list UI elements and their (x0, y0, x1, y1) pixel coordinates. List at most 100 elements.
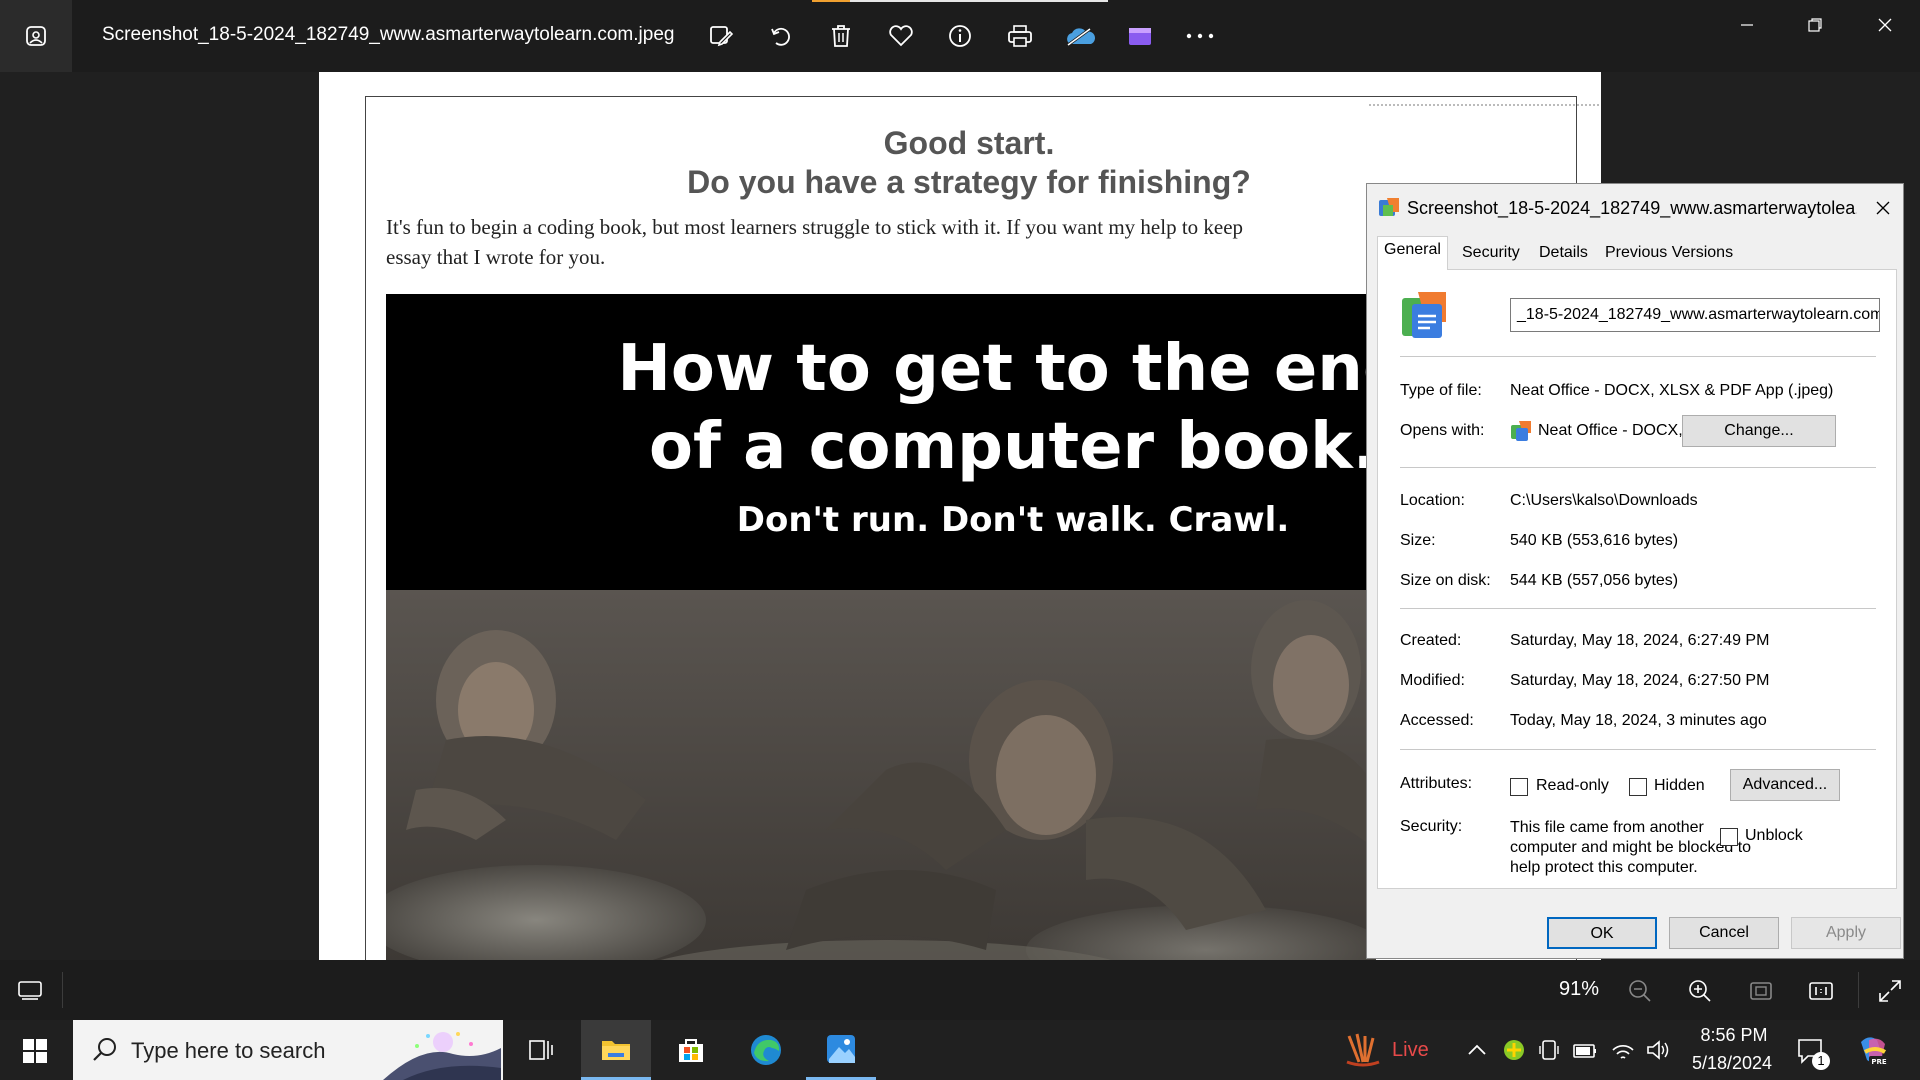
filmstrip-icon[interactable] (16, 978, 44, 1007)
size-on-disk-value: 544 KB (557,056 bytes) (1510, 572, 1679, 589)
tab-general[interactable]: General (1377, 236, 1448, 270)
dialog-title: Screenshot_18-5-2024_182749_www.asmarter… (1407, 198, 1857, 218)
copilot-pre-icon[interactable]: PRE (1855, 1032, 1891, 1073)
info-icon[interactable] (944, 20, 976, 52)
mud-crawl-photo (386, 590, 1376, 960)
type-value: Neat Office - DOCX, XLSX & PDF App (.jpe… (1510, 382, 1834, 399)
svg-text:PRE: PRE (1871, 1058, 1887, 1066)
file-name-field[interactable]: _18-5-2024_182749_www.asmarterwaytolearn… (1510, 298, 1880, 332)
notification-badge: 1 (1812, 1052, 1830, 1070)
modified-value: Saturday, May 18, 2024, 6:27:50 PM (1510, 672, 1770, 689)
search-icon (91, 1036, 119, 1069)
body-line-2: essay that I wrote for you. (386, 245, 606, 269)
advanced-button[interactable]: Advanced... (1730, 769, 1840, 801)
type-label: Type of file: (1400, 382, 1482, 399)
volume-icon[interactable] (1645, 1038, 1671, 1067)
neat-office-icon (1510, 420, 1532, 447)
battery-icon[interactable] (1572, 1040, 1598, 1065)
hidden-checkbox[interactable] (1629, 778, 1647, 796)
tab-details[interactable]: Details (1533, 240, 1594, 268)
attributes-label: Attributes: (1400, 775, 1473, 792)
apply-button[interactable]: Apply (1791, 917, 1901, 949)
favorite-icon[interactable] (885, 20, 917, 52)
body-line-1: It's fun to begin a coding book, but mos… (386, 215, 1244, 239)
live-label: Live (1392, 1039, 1429, 1061)
actual-size-icon[interactable] (1808, 978, 1834, 1009)
more-icon[interactable] (1184, 20, 1216, 52)
tab-security[interactable]: Security (1456, 240, 1526, 268)
banner-line-3: Don't run. Don't walk. Crawl. (736, 500, 1290, 540)
size-label: Size: (1400, 532, 1436, 549)
banner-line-1: How to get to the end (617, 332, 1376, 406)
close-icon[interactable] (1862, 10, 1908, 40)
security-line-1: This file came from another (1510, 819, 1704, 836)
banner-image: How to get to the end of a computer book… (386, 294, 1376, 960)
security-message: This file came from another computer and… (1510, 818, 1751, 878)
unblock-checkbox[interactable] (1720, 828, 1738, 846)
file-large-icon (1400, 290, 1450, 345)
fullscreen-icon[interactable] (1877, 978, 1903, 1009)
photos-taskbar-icon[interactable] (806, 1020, 876, 1080)
hidden-label: Hidden (1654, 777, 1705, 794)
heading-line-1: Good start. (883, 125, 1055, 161)
search-placeholder: Type here to search (131, 1038, 326, 1063)
loading-bar (812, 0, 1108, 2)
rotate-icon[interactable] (765, 20, 797, 52)
readonly-checkbox[interactable] (1510, 778, 1528, 796)
windows-start-icon[interactable] (22, 1038, 48, 1069)
file-type-icon (1377, 196, 1401, 225)
unblock-label: Unblock (1745, 827, 1803, 844)
delete-icon[interactable] (825, 20, 857, 52)
clock-date[interactable]: 5/18/2024 (1682, 1053, 1782, 1074)
clock-time[interactable]: 8:56 PM (1694, 1025, 1774, 1046)
ok-button[interactable]: OK (1547, 917, 1657, 949)
general-panel: _18-5-2024_182749_www.asmarterwaytolearn… (1377, 269, 1897, 889)
security-line-2: computer and might be blocked to (1510, 839, 1752, 856)
taskbar: Type here to search Live 8:56 PM 5/18/20… (0, 1020, 1920, 1080)
created-label: Created: (1400, 632, 1462, 649)
microsoft-store-icon[interactable] (656, 1020, 726, 1080)
zoom-in-icon[interactable] (1687, 978, 1713, 1009)
properties-dialog: Screenshot_18-5-2024_182749_www.asmarter… (1366, 183, 1904, 959)
file-title: Screenshot_18-5-2024_182749_www.asmarter… (102, 24, 675, 45)
tray-app-icon[interactable] (1502, 1038, 1526, 1067)
accessed-label: Accessed: (1400, 712, 1474, 729)
readonly-label: Read-only (1536, 777, 1609, 794)
separator (1400, 749, 1876, 750)
security-line-3: help protect this computer. (1510, 859, 1698, 876)
title-bar: Screenshot_18-5-2024_182749_www.asmarter… (0, 0, 1920, 72)
task-view-icon[interactable] (506, 1020, 576, 1080)
divider (1858, 972, 1859, 1008)
live-wallpaper-icon[interactable] (1343, 1032, 1383, 1073)
size-on-disk-label: Size on disk: (1400, 572, 1491, 589)
restore-icon[interactable] (1792, 10, 1838, 40)
show-hidden-icons-icon[interactable] (1466, 1040, 1488, 1065)
cancel-button[interactable]: Cancel (1669, 917, 1779, 949)
tab-previous-versions[interactable]: Previous Versions (1599, 240, 1739, 268)
device-icon[interactable] (1538, 1038, 1560, 1067)
location-value: C:\Users\kalso\Downloads (1510, 492, 1698, 509)
wifi-icon[interactable] (1610, 1038, 1636, 1067)
edit-image-icon[interactable] (705, 20, 737, 52)
zoom-out-icon[interactable] (1627, 978, 1653, 1009)
zoom-bar: 91% (0, 960, 1920, 1020)
dotted-rule (1369, 104, 1599, 106)
taskbar-search-box[interactable]: Type here to search (73, 1020, 503, 1080)
print-icon[interactable] (1004, 20, 1036, 52)
banner-line-2: of a computer book. (649, 410, 1376, 484)
photos-app-icon[interactable] (0, 0, 72, 72)
divider (62, 972, 63, 1008)
file-explorer-icon[interactable] (581, 1020, 651, 1080)
clipchamp-icon[interactable] (1124, 20, 1156, 52)
onedrive-icon[interactable] (1064, 20, 1096, 52)
search-highlight-image (383, 1024, 501, 1080)
dialog-close-icon[interactable] (1869, 194, 1897, 222)
minimize-icon[interactable] (1724, 10, 1770, 40)
accessed-value: Today, May 18, 2024, 3 minutes ago (1510, 712, 1767, 729)
fit-to-window-icon[interactable] (1748, 978, 1774, 1009)
location-label: Location: (1400, 492, 1465, 509)
change-button[interactable]: Change... (1682, 415, 1836, 447)
created-value: Saturday, May 18, 2024, 6:27:49 PM (1510, 632, 1770, 649)
zoom-percentage: 91% (1559, 978, 1600, 1000)
edge-browser-icon[interactable] (731, 1020, 801, 1080)
